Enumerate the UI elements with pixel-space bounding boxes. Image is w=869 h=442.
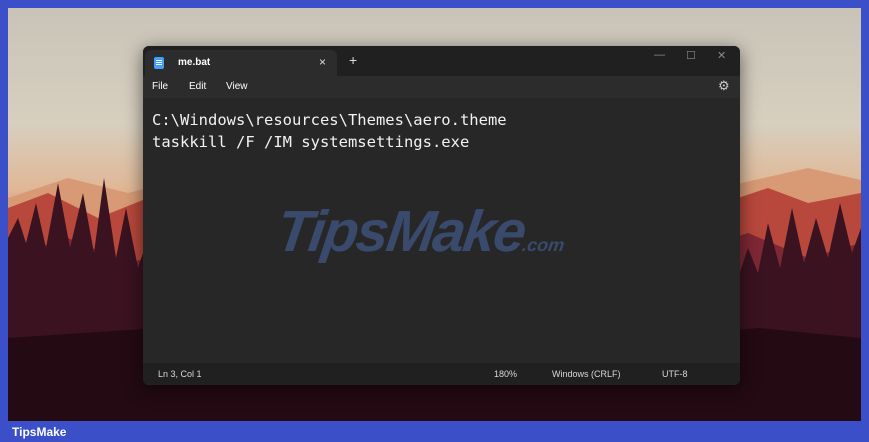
encoding[interactable]: UTF-8 [662,369,688,379]
cursor-position: Ln 3, Col 1 [158,369,202,379]
close-button[interactable]: ✕ [717,49,726,62]
watermark-text: TipsMake [272,199,529,264]
watermark-suffix: .com [520,235,566,255]
text-editor[interactable]: C:\Windows\resources\Themes\aero.theme t… [143,98,740,363]
footer-brand: TipsMake [12,425,67,439]
footer-bar: TipsMake [0,421,869,442]
new-tab-button[interactable]: + [349,53,357,67]
editor-line-2: taskkill /F /IM systemsettings.exe [152,133,470,151]
settings-gear-icon[interactable]: ⚙ [718,78,730,94]
notepad-icon [154,57,164,69]
tab-close-button[interactable]: × [319,55,326,69]
maximize-button[interactable]: ☐ [686,49,696,62]
menu-edit[interactable]: Edit [189,81,206,92]
menu-file[interactable]: File [152,81,168,92]
line-ending[interactable]: Windows (CRLF) [552,369,621,379]
editor-line-1: C:\Windows\resources\Themes\aero.theme [152,111,507,129]
tab-me-bat[interactable]: me.bat × [145,50,337,76]
status-bar: Ln 3, Col 1 180% Windows (CRLF) UTF-8 [143,363,740,385]
minimize-button[interactable]: — [654,49,665,61]
notepad-window: me.bat × + — ☐ ✕ File Edit View ⚙ C:\Win… [143,46,740,385]
title-bar: me.bat × + — ☐ ✕ [143,46,740,76]
menu-view[interactable]: View [226,81,248,92]
zoom-level[interactable]: 180% [494,369,517,379]
menu-bar: File Edit View ⚙ [143,76,740,98]
tipsmake-watermark: TipsMake.com [272,198,571,265]
tab-title: me.bat [178,57,211,68]
